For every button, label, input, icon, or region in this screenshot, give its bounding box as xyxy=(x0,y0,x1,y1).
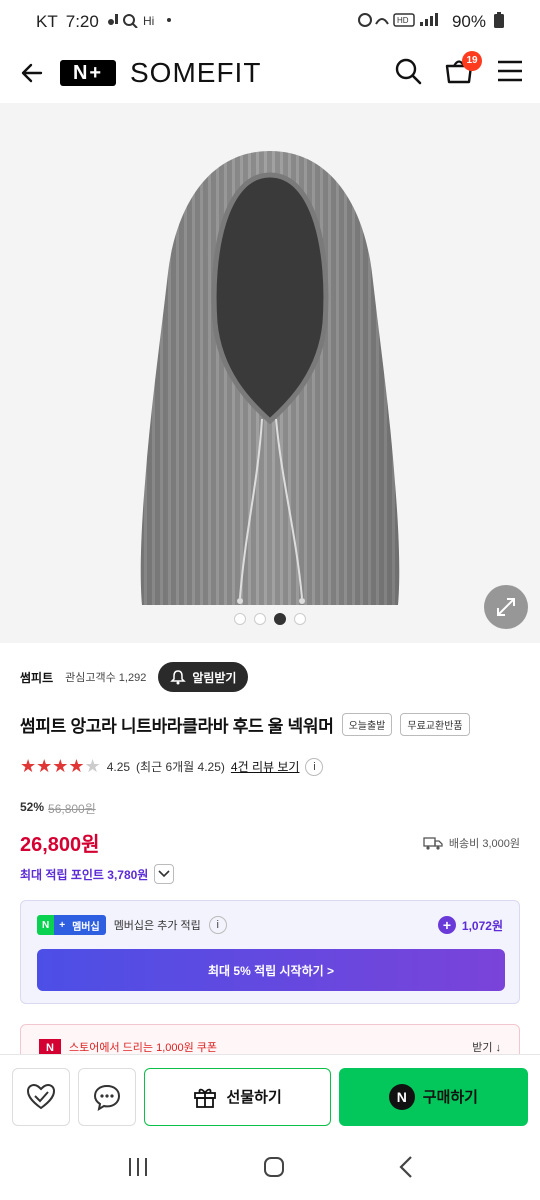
discount-percent: 52% xyxy=(20,800,45,814)
expand-icon xyxy=(497,598,515,616)
membership-text: 멤버십은 추가 적립 xyxy=(113,920,201,932)
wishlist-button[interactable] xyxy=(12,1067,70,1126)
gallery-dot[interactable] xyxy=(254,613,266,625)
badge-plus: + xyxy=(54,915,71,935)
gallery-dot[interactable] xyxy=(234,613,246,625)
star-rating: ★★★★★ xyxy=(20,756,101,776)
status-left: KT 7:20 Hi xyxy=(36,12,177,33)
home-button[interactable] xyxy=(262,1155,286,1184)
buy-button[interactable]: N 구매하기 xyxy=(338,1067,528,1126)
system-icons: HD xyxy=(357,12,444,33)
coupon-text: 스토어에서 드리는 1,000원 쿠폰 xyxy=(69,1042,218,1054)
header-actions: 19 xyxy=(394,50,524,90)
menu-button[interactable] xyxy=(496,59,524,88)
rating-value: 4.25 xyxy=(106,759,131,774)
discount-row: 52% 56,800원 xyxy=(20,800,96,817)
notification-icons: Hi xyxy=(107,12,177,33)
battery-label: 90% xyxy=(451,12,486,31)
gift-icon xyxy=(193,1088,216,1108)
product-image-gallery[interactable] xyxy=(0,103,540,643)
truck-icon xyxy=(423,836,443,850)
cart-count-badge: 19 xyxy=(462,50,482,71)
coupon-get-button[interactable]: 받기 ↓ xyxy=(472,1039,501,1055)
gift-button[interactable]: 선물하기 xyxy=(143,1067,331,1126)
chat-icon xyxy=(93,1084,120,1111)
search-button[interactable] xyxy=(394,57,422,90)
membership-start-button[interactable]: 최대 5% 적립 시작하기 > xyxy=(37,949,505,991)
membership-box: N + 멤버십 멤버십은 추가 적립 i + 1,072원 최대 5% 적립 시… xyxy=(20,900,520,1004)
favorite-count: 관심고객수 1,292 xyxy=(65,672,147,684)
menu-icon xyxy=(498,60,522,81)
membership-points: + 1,072원 xyxy=(437,916,503,934)
shipping-info: 배송비 3,000원 xyxy=(423,835,520,851)
search-icon xyxy=(395,58,422,84)
system-nav-bar xyxy=(0,1138,540,1200)
recent-apps-button[interactable] xyxy=(126,1156,150,1183)
rating-recent: (최근 6개월 4.25) xyxy=(136,760,225,774)
max-points-row[interactable]: 최대 적립 포인트 3,780원 xyxy=(20,864,175,884)
plus-icon: + xyxy=(437,916,456,934)
carrier-label: KT xyxy=(36,12,58,31)
tag-free-return: 무료교환반품 xyxy=(400,713,470,736)
chevron-left-icon xyxy=(399,1155,412,1178)
naver-pay-icon: N xyxy=(388,1083,415,1110)
notify-label: 알림받기 xyxy=(192,670,237,685)
naver-plus-membership-badge: N + 멤버십 xyxy=(37,915,106,935)
back-nav-button[interactable] xyxy=(398,1155,414,1184)
original-price: 56,800원 xyxy=(48,802,96,816)
zoom-button[interactable] xyxy=(484,585,528,629)
chevron-down-icon xyxy=(158,870,170,878)
badge-n: N xyxy=(37,915,55,935)
shipping-fee: 배송비 3,000원 xyxy=(448,837,520,850)
back-button[interactable] xyxy=(16,57,48,89)
brand-name[interactable]: 썸피트 xyxy=(20,669,53,686)
home-icon xyxy=(264,1156,284,1177)
cart-button[interactable]: 19 xyxy=(444,50,482,90)
membership-points-value: 1,072원 xyxy=(461,918,503,933)
chat-button[interactable] xyxy=(77,1067,136,1126)
price-row: 26,800원 배송비 3,000원 xyxy=(20,828,520,857)
naver-plus-logo[interactable]: N+ xyxy=(60,60,116,86)
rating-row: ★★★★★ 4.25 (최근 6개월 4.25) 4건 리뷰 보기 i xyxy=(20,756,324,777)
review-link[interactable]: 4건 리뷰 보기 xyxy=(231,758,300,775)
max-points: 최대 적립 포인트 3,780원 xyxy=(20,867,149,882)
status-right: HD 90% xyxy=(357,11,504,33)
store-name[interactable]: SOMEFIT xyxy=(130,57,261,89)
heart-check-icon xyxy=(26,1083,55,1109)
notify-button[interactable]: 알림받기 xyxy=(158,662,249,692)
gallery-dots xyxy=(0,613,540,625)
tag-today-ship: 오늘출발 xyxy=(341,713,393,736)
gift-label: 선물하기 xyxy=(226,1089,282,1106)
bottom-action-bar: 선물하기 N 구매하기 xyxy=(0,1054,540,1138)
product-title-row: 썸피트 앙고라 니트바라클라바 후드 울 넥워머 오늘출발 무료교환반품 xyxy=(20,712,530,737)
info-icon[interactable]: i xyxy=(305,757,324,776)
membership-top: N + 멤버십 멤버십은 추가 적립 i + 1,072원 xyxy=(37,915,503,935)
gallery-dot-active[interactable] xyxy=(274,613,286,625)
expand-points-button[interactable] xyxy=(154,864,175,884)
membership-info-icon[interactable]: i xyxy=(208,916,227,934)
sale-price: 26,800원 xyxy=(20,834,100,856)
status-bar: KT 7:20 Hi HD 90% xyxy=(0,0,540,44)
buy-label: 구매하기 xyxy=(422,1089,478,1106)
battery-icon xyxy=(494,11,504,33)
product-photo xyxy=(0,103,540,643)
clock: 7:20 xyxy=(65,12,99,31)
product-title: 썸피트 앙고라 니트바라클라바 후드 울 넥워머 xyxy=(20,717,334,736)
svg-text:HD: HD xyxy=(397,16,409,25)
badge-label: 멤버십 xyxy=(70,915,106,935)
svg-text:Hi: Hi xyxy=(143,14,154,28)
recent-apps-icon xyxy=(129,1157,147,1176)
bell-icon xyxy=(170,670,187,685)
top-header: N+ SOMEFIT 19 xyxy=(0,44,540,102)
back-arrow-icon xyxy=(21,63,43,83)
shop-info-row: 썸피트 관심고객수 1,292 알림받기 xyxy=(20,662,249,692)
gallery-dot[interactable] xyxy=(294,613,306,625)
